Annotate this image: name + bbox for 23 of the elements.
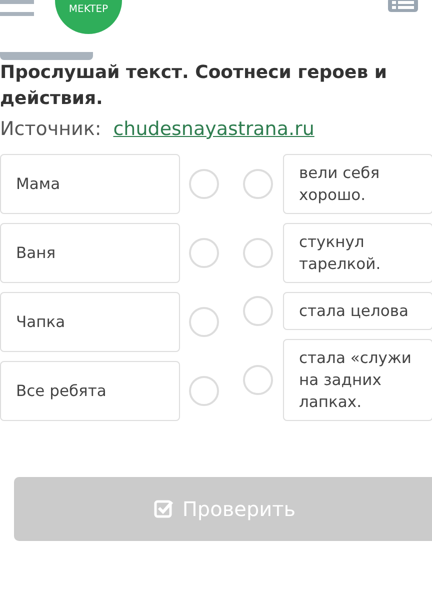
connector-circle[interactable] <box>189 307 219 337</box>
action-card[interactable]: стала «служи на задних лапках. <box>283 339 432 421</box>
hero-card[interactable]: Чапка <box>0 292 180 352</box>
connector-circle[interactable] <box>243 365 273 395</box>
action-card[interactable]: вели себя хорошо. <box>283 154 432 214</box>
action-card[interactable]: стала целова <box>283 292 432 330</box>
list-icon[interactable] <box>388 0 418 12</box>
connector-circle[interactable] <box>189 238 219 268</box>
hero-card[interactable]: Все ребята <box>0 361 180 421</box>
action-card[interactable]: стукнул тарелкой. <box>283 223 432 283</box>
task-title-line: Прослушай текст. Соотнеси героев и <box>0 61 388 85</box>
connector-circle[interactable] <box>243 169 273 199</box>
source-label: Источник: <box>0 118 102 140</box>
checkbox-icon <box>154 499 174 519</box>
connector-circle[interactable] <box>243 296 273 326</box>
connector-circle[interactable] <box>189 169 219 199</box>
task-title-line: действия. <box>0 87 104 111</box>
menu-icon[interactable] <box>0 0 34 18</box>
connector-circle[interactable] <box>189 376 219 406</box>
hero-card[interactable]: Ваня <box>0 223 180 283</box>
source-link[interactable]: chudesnayastrana.ru <box>113 118 314 140</box>
hero-card[interactable]: Мама <box>0 154 180 214</box>
connector-circle[interactable] <box>243 238 273 268</box>
